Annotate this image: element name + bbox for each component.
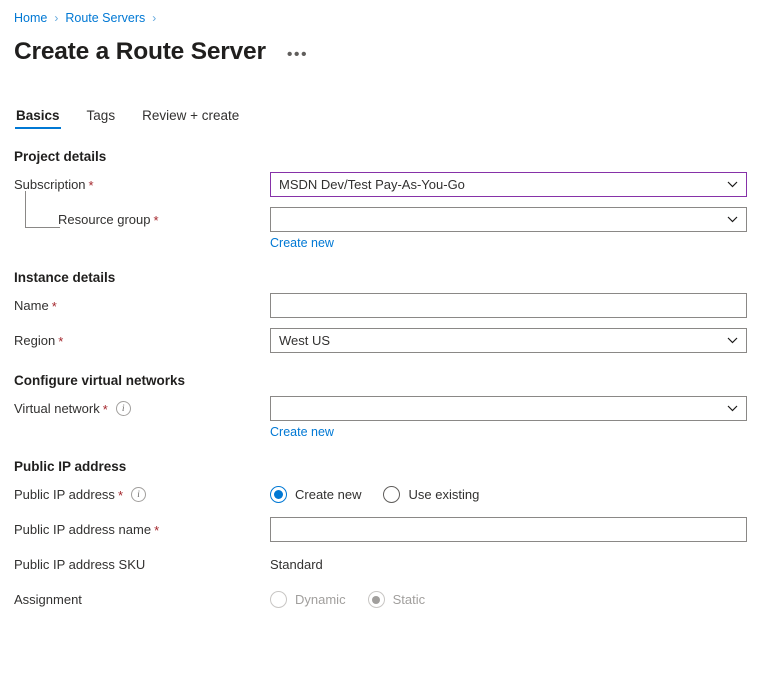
control-resource-group: Create new [270,207,747,250]
create-new-virtual-network-link[interactable]: Create new [270,425,334,439]
public-ip-address-radio-group: Create new Use existing [270,482,747,507]
radio-button-icon[interactable] [383,486,401,503]
region-dropdown[interactable]: West US [270,328,747,353]
create-new-resource-group-link[interactable]: Create new [270,236,334,250]
subscription-selected-value: MSDN Dev/Test Pay-As-You-Go [279,177,465,192]
breadcrumb: Home › Route Servers › [0,0,757,27]
label-resource-group-text: Resource group [58,212,151,227]
label-public-ip-address-sku: Public IP address SKU [14,552,270,577]
section-title-instance-details: Instance details [14,270,116,285]
required-asterisk: * [102,402,108,417]
page-title: Create a Route Server [14,38,266,65]
breadcrumb-separator-icon: › [152,11,157,25]
radio-public-ip-create-new-label: Create new [295,487,362,502]
resource-group-dropdown-field[interactable] [270,207,747,232]
field-row-resource-group: Resource group * Create new [14,191,757,250]
name-input[interactable] [270,293,747,318]
required-asterisk: * [117,488,123,503]
label-name-text: Name [14,298,49,313]
virtual-network-dropdown[interactable] [270,396,747,421]
field-row-public-ip-address: Public IP address * i Create new Use exis… [14,482,757,507]
public-ip-address-sku-value: Standard [270,557,323,572]
info-icon[interactable]: i [131,487,146,502]
field-row-name: Name * [14,293,757,318]
radio-button-icon [270,591,287,608]
label-resource-group: Resource group * [14,207,270,232]
radio-assignment-static-label: Static [392,592,426,607]
label-region-text: Region [14,333,56,348]
label-public-ip-address-text: Public IP address [14,487,115,502]
info-icon[interactable]: i [115,401,131,416]
required-asterisk: * [153,213,159,228]
required-asterisk: * [51,299,57,314]
required-asterisk: * [88,178,94,193]
label-subscription-text: Subscription [14,177,86,192]
radio-public-ip-use-existing-label: Use existing [408,487,480,502]
radio-assignment-dynamic: Dynamic [270,591,346,608]
tab-basics[interactable]: Basics [15,108,61,129]
label-virtual-network: Virtual network * i [14,396,270,421]
subscription-dropdown-field[interactable]: MSDN Dev/Test Pay-As-You-Go [270,172,747,197]
section-title-configure-virtual-networks: Configure virtual networks [14,373,186,388]
control-assignment: Dynamic Static [270,587,747,612]
required-asterisk: * [58,334,64,349]
control-public-ip-address: Create new Use existing [270,482,747,507]
assignment-radio-group: Dynamic Static [270,587,747,612]
label-public-ip-address: Public IP address * i [14,482,270,507]
label-public-ip-address-sku-text: Public IP address SKU [14,557,146,572]
label-subscription: Subscription * [14,172,270,197]
virtual-network-dropdown-field[interactable] [270,396,747,421]
field-row-subscription: Subscription * MSDN Dev/Test Pay-As-You-G… [14,172,757,197]
label-virtual-network-text: Virtual network [14,401,100,416]
control-public-ip-address-name [270,517,747,542]
field-row-region: Region * West US [14,328,757,353]
control-subscription: MSDN Dev/Test Pay-As-You-Go [270,172,747,197]
create-route-server-form: Project details Subscription * MSDN Dev/T… [0,129,757,612]
breadcrumb-item-home[interactable]: Home [14,11,47,25]
section-title-project-details: Project details [14,149,107,164]
radio-button-icon [367,591,385,608]
control-virtual-network: Create new [270,396,747,439]
breadcrumb-separator-icon: › [54,11,59,25]
radio-public-ip-create-new[interactable]: Create new [270,486,361,503]
resource-group-dropdown[interactable] [270,207,747,232]
tab-review-create[interactable]: Review + create [141,108,240,129]
field-row-public-ip-address-sku: Public IP address SKU Standard [14,552,757,577]
region-dropdown-field[interactable]: West US [270,328,747,353]
control-public-ip-address-sku: Standard [270,552,747,577]
control-name [270,293,747,318]
breadcrumb-item-route-servers[interactable]: Route Servers [65,11,145,25]
radio-assignment-static: Static [367,591,426,608]
section-title-public-ip-address: Public IP address [14,459,127,474]
control-region: West US [270,328,747,353]
radio-button-icon[interactable] [270,486,287,503]
region-selected-value: West US [279,333,331,348]
subscription-dropdown[interactable]: MSDN Dev/Test Pay-As-You-Go [270,172,747,197]
label-assignment: Assignment [14,587,270,612]
label-assignment-text: Assignment [14,592,82,607]
field-row-public-ip-address-name: Public IP address name * [14,517,757,542]
label-public-ip-address-name-text: Public IP address name [14,522,152,537]
field-row-assignment: Assignment Dynamic Static [14,587,757,612]
tab-tags[interactable]: Tags [86,108,117,129]
label-name: Name * [14,293,270,318]
public-ip-address-name-input[interactable] [270,517,747,542]
page-header: Create a Route Server ••• [0,27,757,67]
more-options-icon[interactable]: ••• [283,47,312,63]
label-region: Region * [14,328,270,353]
field-row-virtual-network: Virtual network * i Create new [14,396,757,439]
label-public-ip-address-name: Public IP address name * [14,517,270,542]
tab-bar: Basics Tags Review + create [0,103,757,129]
required-asterisk: * [154,523,160,538]
radio-public-ip-use-existing[interactable]: Use existing [383,486,479,503]
radio-assignment-dynamic-label: Dynamic [295,592,346,607]
